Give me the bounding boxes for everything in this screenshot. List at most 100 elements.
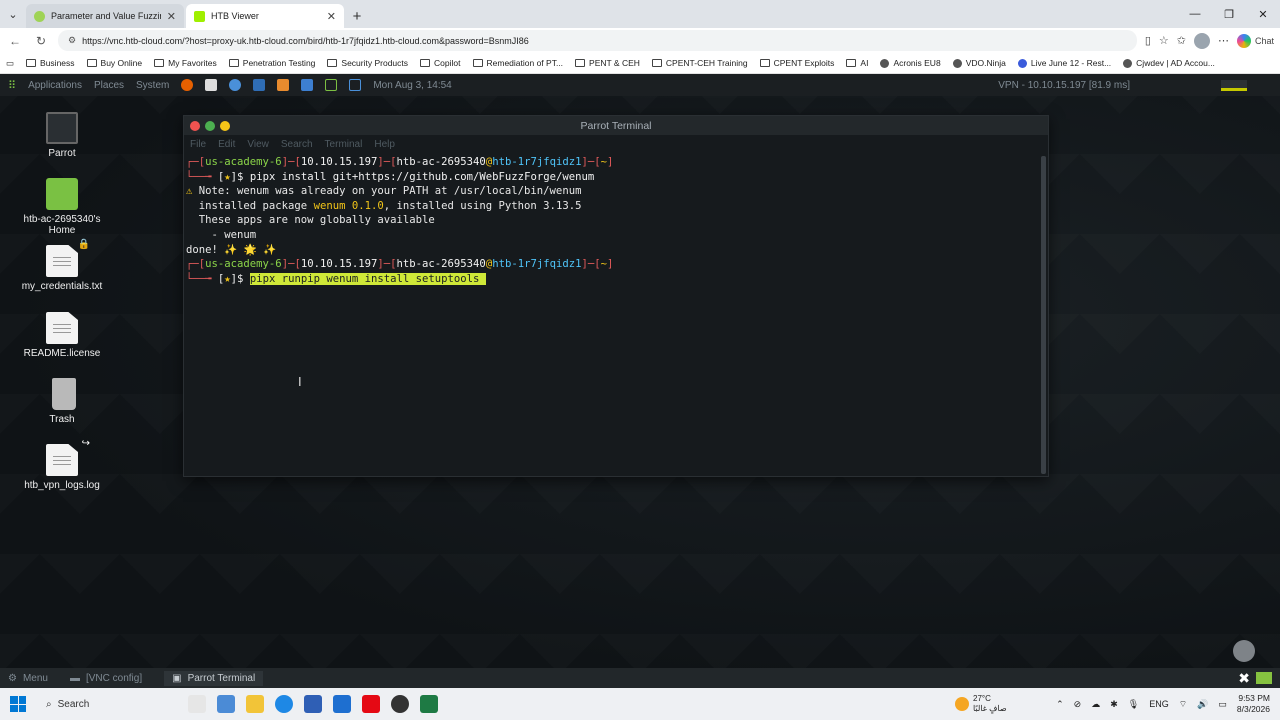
bookmark-ai[interactable]: AI bbox=[846, 58, 868, 68]
bookmark-vdo-ninja[interactable]: VDO.Ninja bbox=[952, 58, 1006, 68]
output-note: ⚠ Note: wenum was already on your PATH a… bbox=[186, 185, 582, 198]
desktop-icon-vpn-log[interactable]: ↪ htb_vpn_logs.log bbox=[10, 438, 114, 491]
terminal-task[interactable]: ▣ Parrot Terminal bbox=[164, 670, 264, 686]
battery-icon[interactable]: ▭ bbox=[1218, 699, 1227, 710]
copilot-app-icon[interactable] bbox=[217, 695, 235, 713]
panel-clock[interactable]: Mon Aug 3, 14:54 bbox=[373, 80, 451, 91]
bookmark-business[interactable]: Business bbox=[26, 58, 75, 68]
copilot-chat-button[interactable]: Chat bbox=[1236, 33, 1274, 48]
close-window-icon[interactable]: ✕ bbox=[1246, 0, 1280, 28]
wifi-icon[interactable]: ⌔ bbox=[1179, 699, 1187, 710]
menu-button[interactable]: ⚙ Menu bbox=[8, 673, 48, 684]
burp-icon[interactable] bbox=[277, 79, 290, 91]
minimize-dot-icon[interactable] bbox=[220, 120, 230, 131]
restore-icon[interactable]: ❐ bbox=[1212, 0, 1246, 28]
bookmark-copilot[interactable]: Copilot bbox=[420, 58, 461, 68]
desktop-icon-trash[interactable]: Trash bbox=[10, 378, 114, 425]
outlook-icon[interactable] bbox=[333, 695, 351, 713]
tray-chevron-icon[interactable]: ⌃ bbox=[1056, 699, 1064, 710]
bookmark-my-favorites[interactable]: My Favorites bbox=[154, 58, 217, 68]
tab-parameter-fuzzing[interactable]: Parameter and Value Fuzzing | Ha ✕ bbox=[26, 4, 184, 28]
back-arrow-icon[interactable]: ← bbox=[6, 32, 24, 50]
terminal-window[interactable]: Parrot Terminal File Edit View Search Te… bbox=[183, 115, 1049, 477]
desktop-widget-icon[interactable] bbox=[1233, 640, 1255, 662]
close-tab-icon[interactable]: ✕ bbox=[327, 10, 336, 23]
tray-app-icon[interactable]: ⊘ bbox=[1074, 699, 1082, 710]
microphone-icon[interactable]: 🎙 bbox=[1128, 699, 1139, 710]
tab-list-chevron-icon[interactable]: ⌄ bbox=[0, 0, 26, 28]
selected-command[interactable]: pipx runpip wenum install setuptools bbox=[249, 272, 480, 285]
terminal-output[interactable]: ┌─[us-academy-6]─[10.10.15.197]─[htb-ac-… bbox=[184, 153, 1048, 286]
store-icon[interactable] bbox=[304, 695, 322, 713]
taskbar-clock[interactable]: 9:53 PM 8/3/2026 bbox=[1237, 693, 1270, 715]
edge-icon[interactable] bbox=[275, 695, 293, 713]
bookmark-cpent-exploits[interactable]: CPENT Exploits bbox=[759, 58, 834, 68]
applications-menu[interactable]: Applications bbox=[28, 80, 82, 91]
terminal-scrollbar[interactable] bbox=[1041, 156, 1046, 474]
close-tab-icon[interactable]: ✕ bbox=[167, 10, 176, 23]
obs-icon[interactable] bbox=[391, 695, 409, 713]
places-menu[interactable]: Places bbox=[94, 80, 124, 91]
favorites-icon[interactable]: ✩ bbox=[1177, 34, 1186, 47]
task-view-icon[interactable] bbox=[188, 695, 206, 713]
windows-start-icon[interactable] bbox=[10, 696, 26, 712]
netflix-icon[interactable] bbox=[362, 695, 380, 713]
browser-icon[interactable] bbox=[229, 79, 242, 91]
url-field[interactable]: ⚙ https://vnc.htb-cloud.com/?host=proxy-… bbox=[58, 30, 1137, 51]
bookmark-buy-online[interactable]: Buy Online bbox=[86, 58, 142, 68]
tab-htb-viewer[interactable]: HTB Viewer ✕ bbox=[186, 4, 344, 28]
site-info-icon[interactable]: ⚙ bbox=[68, 35, 76, 46]
collections-icon[interactable]: ▭ bbox=[6, 58, 14, 69]
chat-label: Chat bbox=[1254, 35, 1274, 46]
desktop-icon-parrot[interactable]: Parrot bbox=[10, 112, 114, 159]
favorite-star-icon[interactable]: ☆ bbox=[1159, 34, 1169, 47]
profile-avatar[interactable] bbox=[1193, 32, 1210, 49]
reload-icon[interactable]: ↻ bbox=[32, 32, 50, 50]
close-x-icon[interactable]: ✖ bbox=[1238, 670, 1250, 687]
menu-edit[interactable]: Edit bbox=[218, 139, 235, 150]
bookmark-remediation[interactable]: Remediation of PT... bbox=[472, 58, 563, 68]
excel-icon[interactable] bbox=[420, 695, 438, 713]
more-menu-icon[interactable]: ⋯ bbox=[1218, 34, 1229, 47]
desktop-icon-home[interactable]: htb-ac-2695340's Home bbox=[10, 178, 114, 236]
bookmark-penetration-testing[interactable]: Penetration Testing bbox=[228, 58, 315, 68]
menu-view[interactable]: View bbox=[247, 139, 269, 150]
output-done: done! ✨ 🌟 ✨ bbox=[186, 243, 277, 256]
menu-file[interactable]: File bbox=[190, 139, 206, 150]
onedrive-icon[interactable]: ☁ bbox=[1091, 699, 1100, 710]
calendar-icon[interactable] bbox=[349, 79, 362, 91]
file-explorer-icon[interactable] bbox=[246, 695, 264, 713]
taskbar-search[interactable]: ⌕ Search bbox=[40, 692, 140, 716]
language-indicator[interactable]: ENG bbox=[1149, 699, 1169, 709]
terminal-titlebar[interactable]: Parrot Terminal bbox=[184, 116, 1048, 135]
menu-help[interactable]: Help bbox=[374, 139, 395, 150]
bookmark-pent-ceh[interactable]: PENT & CEH bbox=[575, 58, 640, 68]
bookmark-acronis[interactable]: Acronis EU8 bbox=[880, 58, 941, 68]
system-menu[interactable]: System bbox=[136, 80, 169, 91]
bookmark-cjwdev[interactable]: Cjwdev | AD Accou... bbox=[1123, 58, 1215, 68]
bluetooth-icon[interactable]: ✱ bbox=[1110, 699, 1118, 710]
vscode-icon[interactable] bbox=[253, 79, 266, 91]
close-dot-icon[interactable] bbox=[190, 120, 200, 131]
weather-widget[interactable]: 27°C صافٍ غالبًا bbox=[955, 694, 1007, 714]
bookmark-cpent-ceh-training[interactable]: CPENT-CEH Training bbox=[651, 58, 748, 68]
desktop-icon-credentials[interactable]: 🔒 my_credentials.txt bbox=[10, 239, 114, 292]
desktop-icon-readme[interactable]: README.license bbox=[10, 312, 114, 359]
vnc-config-task[interactable]: ▬ [VNC config] bbox=[70, 673, 142, 684]
minimize-icon[interactable]: — bbox=[1178, 0, 1212, 28]
reader-view-icon[interactable]: ▯ bbox=[1145, 34, 1151, 47]
editor-icon[interactable] bbox=[301, 79, 314, 91]
bookmark-security-products[interactable]: Security Products bbox=[327, 58, 408, 68]
maximize-dot-icon[interactable] bbox=[205, 120, 215, 131]
files-icon[interactable] bbox=[205, 79, 218, 91]
new-tab-plus-icon[interactable]: + bbox=[346, 4, 368, 28]
firefox-icon[interactable] bbox=[181, 79, 194, 91]
icon-label: my_credentials.txt bbox=[21, 281, 103, 292]
volume-icon[interactable]: 🔊 bbox=[1197, 699, 1208, 710]
workspace-indicator[interactable] bbox=[1256, 672, 1272, 684]
menu-terminal[interactable]: Terminal bbox=[325, 139, 363, 150]
menu-search[interactable]: Search bbox=[281, 139, 313, 150]
bookmark-live-june[interactable]: Live June 12 - Rest... bbox=[1017, 58, 1111, 68]
folder-icon bbox=[26, 59, 37, 67]
terminal-launcher-icon[interactable] bbox=[325, 79, 338, 91]
